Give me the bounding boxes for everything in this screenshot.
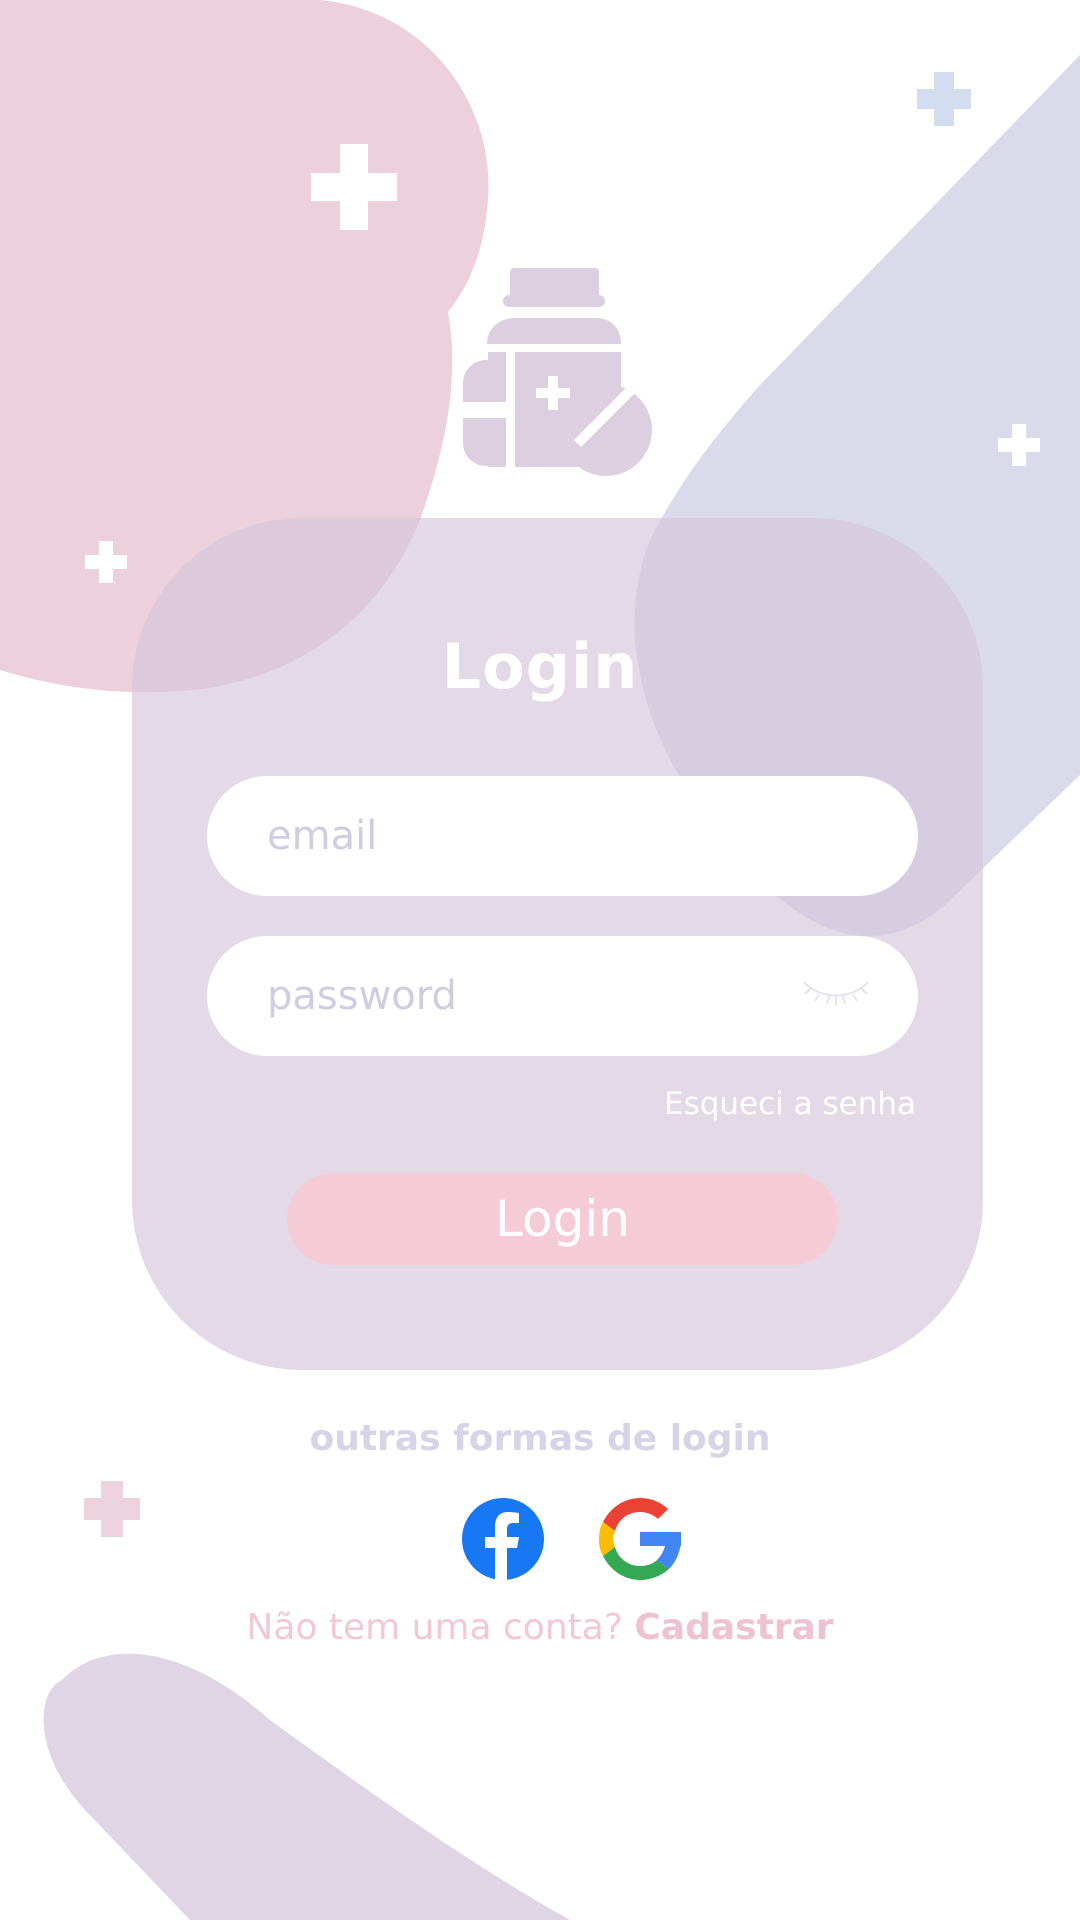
google-icon[interactable]	[599, 1498, 681, 1580]
other-login-heading: outras formas de login	[309, 1418, 771, 1459]
signup-prompt: Não tem uma conta? Cadastrar	[0, 1607, 1080, 1648]
cross-icon	[84, 1481, 140, 1537]
medicine-bottle-icon	[463, 268, 652, 476]
password-input[interactable]	[267, 973, 787, 1019]
eye-closed-icon[interactable]	[800, 976, 872, 1012]
email-field[interactable]	[207, 776, 918, 896]
signup-text: Não tem uma conta?	[246, 1607, 623, 1648]
page-title: Login	[441, 630, 639, 703]
bottom-blob	[43, 1653, 571, 1920]
signup-link[interactable]: Cadastrar	[634, 1607, 833, 1648]
forgot-password-link[interactable]: Esqueci a senha	[664, 1086, 916, 1122]
email-input[interactable]	[267, 813, 787, 859]
login-button[interactable]: Login	[287, 1173, 838, 1265]
facebook-icon[interactable]	[462, 1498, 544, 1580]
cross-icon	[917, 72, 971, 126]
password-field[interactable]	[207, 936, 918, 1056]
